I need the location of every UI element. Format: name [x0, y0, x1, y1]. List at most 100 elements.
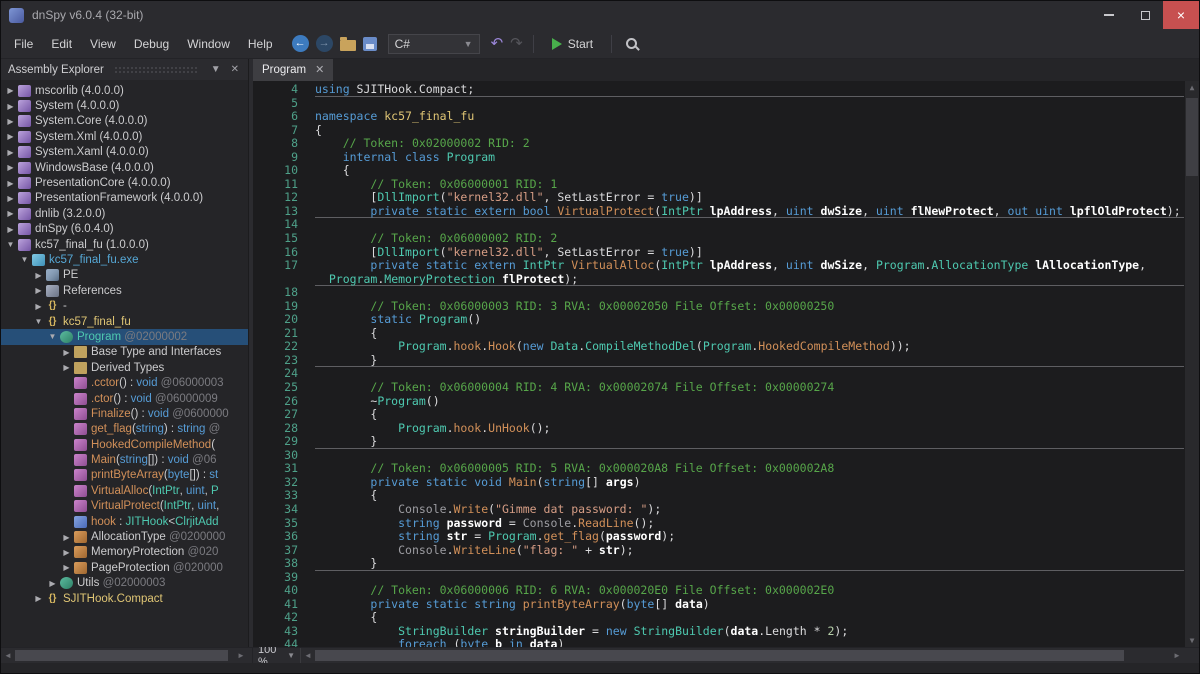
- vertical-scroll-thumb[interactable]: [1186, 98, 1198, 176]
- undo-icon[interactable]: ↶: [491, 36, 504, 51]
- search-icon[interactable]: [624, 36, 640, 52]
- tree-item[interactable]: ▶PageProtection @020000: [1, 560, 248, 575]
- expander-closed-icon[interactable]: ▶: [32, 594, 45, 603]
- code-line[interactable]: 26 ~Program(): [253, 395, 1199, 409]
- code-line[interactable]: 30: [253, 449, 1199, 463]
- tree-item[interactable]: ▼Program @02000002: [1, 329, 248, 344]
- code-line[interactable]: 21 {: [253, 327, 1199, 341]
- tree-item[interactable]: HookedCompileMethod(: [1, 437, 248, 452]
- code-line[interactable]: 25 // Token: 0x06000004 RID: 4 RVA: 0x00…: [253, 381, 1199, 395]
- menu-item-view[interactable]: View: [81, 32, 125, 56]
- expander-closed-icon[interactable]: ▶: [60, 533, 73, 542]
- code-line[interactable]: Program.MemoryProtection flProtect);: [253, 273, 1199, 287]
- code-line[interactable]: 42 {: [253, 611, 1199, 625]
- expander-closed-icon[interactable]: ▶: [4, 132, 17, 141]
- tree-item[interactable]: ▶System (4.0.0.0): [1, 98, 248, 113]
- tree-item[interactable]: hook : JITHook<ClrjitAdd: [1, 514, 248, 529]
- tree-item[interactable]: ▶dnlib (3.2.0.0): [1, 206, 248, 221]
- code-line[interactable]: 5: [253, 97, 1199, 111]
- code-line[interactable]: 8 // Token: 0x02000002 RID: 2: [253, 137, 1199, 151]
- tree-item[interactable]: ▶System.Core (4.0.0.0): [1, 114, 248, 129]
- expander-closed-icon[interactable]: ▶: [60, 348, 73, 357]
- code-line[interactable]: 23 }: [253, 354, 1199, 368]
- close-button[interactable]: ×: [1163, 1, 1199, 29]
- back-icon[interactable]: ←: [292, 35, 309, 52]
- close-icon[interactable]: ✕: [229, 65, 241, 75]
- code-line[interactable]: 35 string password = Console.ReadLine();: [253, 517, 1199, 531]
- tree-item[interactable]: Finalize() : void @0600000: [1, 406, 248, 421]
- code-line[interactable]: 14: [253, 218, 1199, 232]
- chevron-down-icon[interactable]: ▼: [209, 65, 223, 75]
- code-line[interactable]: 22 Program.hook.Hook(new Data.CompileMet…: [253, 340, 1199, 354]
- expander-closed-icon[interactable]: ▶: [60, 363, 73, 372]
- menu-item-debug[interactable]: Debug: [125, 32, 178, 56]
- code-line[interactable]: 16 [DllImport("kernel32.dll", SetLastErr…: [253, 246, 1199, 260]
- menu-item-file[interactable]: File: [5, 32, 42, 56]
- code-line[interactable]: 28 Program.hook.UnHook();: [253, 422, 1199, 436]
- editor-horizontal-scrollbar[interactable]: ◄ ►: [301, 648, 1184, 663]
- tab-program[interactable]: Program ✕: [253, 59, 333, 81]
- code-line[interactable]: 38 }: [253, 557, 1199, 571]
- start-button[interactable]: Start: [544, 35, 601, 53]
- tree-item[interactable]: ▶mscorlib (4.0.0.0): [1, 83, 248, 98]
- tree-item[interactable]: ▶PE: [1, 268, 248, 283]
- expander-closed-icon[interactable]: ▶: [4, 209, 17, 218]
- code-line[interactable]: 39: [253, 571, 1199, 585]
- tree-item[interactable]: ▶Base Type and Interfaces: [1, 345, 248, 360]
- code-line[interactable]: 36 string str = Program.get_flag(passwor…: [253, 530, 1199, 544]
- code-line[interactable]: 44 foreach (byte b in data): [253, 638, 1199, 647]
- tree-item[interactable]: ▶AllocationType @0200000: [1, 529, 248, 544]
- tree-item[interactable]: ▶Derived Types: [1, 360, 248, 375]
- tree-item[interactable]: .cctor() : void @06000003: [1, 375, 248, 390]
- code-line[interactable]: 41 private static string printByteArray(…: [253, 598, 1199, 612]
- code-line[interactable]: 7{: [253, 124, 1199, 138]
- tree-item[interactable]: ▶System.Xml (4.0.0.0): [1, 129, 248, 144]
- tree-horizontal-scrollbar[interactable]: ◄ ►: [1, 648, 253, 663]
- tree-item[interactable]: ▶{}-: [1, 298, 248, 313]
- scroll-right-icon[interactable]: ►: [1170, 648, 1184, 663]
- horizontal-scroll-thumb[interactable]: [15, 650, 228, 661]
- zoom-select[interactable]: 100 % ▼: [253, 648, 301, 663]
- expander-closed-icon[interactable]: ▶: [4, 148, 17, 157]
- code-line[interactable]: 31 // Token: 0x06000005 RID: 5 RVA: 0x00…: [253, 462, 1199, 476]
- open-folder-icon[interactable]: [340, 40, 356, 51]
- expander-closed-icon[interactable]: ▶: [4, 117, 17, 126]
- maximize-button[interactable]: [1127, 1, 1163, 29]
- expander-closed-icon[interactable]: ▶: [4, 179, 17, 188]
- expander-closed-icon[interactable]: ▶: [4, 163, 17, 172]
- code-line[interactable]: 43 StringBuilder stringBuilder = new Str…: [253, 625, 1199, 639]
- expander-open-icon[interactable]: ▼: [32, 317, 45, 326]
- tree-item[interactable]: ▶References: [1, 283, 248, 298]
- code-line[interactable]: 37 Console.WriteLine("flag: " + str);: [253, 544, 1199, 558]
- save-all-icon[interactable]: [363, 37, 377, 51]
- tree-item[interactable]: ▼kc57_final_fu (1.0.0.0): [1, 237, 248, 252]
- tree-item[interactable]: ▶dnSpy (6.0.4.0): [1, 222, 248, 237]
- expander-closed-icon[interactable]: ▶: [4, 86, 17, 95]
- scroll-left-icon[interactable]: ◄: [301, 648, 315, 663]
- expander-closed-icon[interactable]: ▶: [46, 579, 59, 588]
- tree-item[interactable]: VirtualAlloc(IntPtr, uint, P: [1, 483, 248, 498]
- code-line[interactable]: 18: [253, 286, 1199, 300]
- menu-item-help[interactable]: Help: [239, 32, 282, 56]
- code-line[interactable]: 4using SJITHook.Compact;: [253, 83, 1199, 97]
- forward-icon[interactable]: →: [316, 35, 333, 52]
- code-line[interactable]: 19 // Token: 0x06000003 RID: 3 RVA: 0x00…: [253, 300, 1199, 314]
- code-line[interactable]: 29 }: [253, 435, 1199, 449]
- tree-item[interactable]: ▼kc57_final_fu.exe: [1, 252, 248, 267]
- expander-open-icon[interactable]: ▼: [46, 332, 59, 341]
- code-line[interactable]: 27 {: [253, 408, 1199, 422]
- code-line[interactable]: 9 internal class Program: [253, 151, 1199, 165]
- editor-vertical-scrollbar[interactable]: ▲ ▼: [1185, 81, 1199, 647]
- expander-closed-icon[interactable]: ▶: [32, 271, 45, 280]
- scroll-up-icon[interactable]: ▲: [1185, 81, 1199, 94]
- panel-drag-grip[interactable]: [114, 66, 199, 74]
- code-line[interactable]: 34 Console.Write("Gimme dat password: ")…: [253, 503, 1199, 517]
- code-line[interactable]: 33 {: [253, 489, 1199, 503]
- code-line[interactable]: 13 private static extern bool VirtualPro…: [253, 205, 1199, 219]
- expander-closed-icon[interactable]: ▶: [4, 102, 17, 111]
- code-line[interactable]: 32 private static void Main(string[] arg…: [253, 476, 1199, 490]
- tree-item[interactable]: .ctor() : void @06000009: [1, 391, 248, 406]
- tree-item[interactable]: ▶WindowsBase (4.0.0.0): [1, 160, 248, 175]
- code-line[interactable]: 17 private static extern IntPtr VirtualA…: [253, 259, 1199, 273]
- expander-open-icon[interactable]: ▼: [4, 240, 17, 249]
